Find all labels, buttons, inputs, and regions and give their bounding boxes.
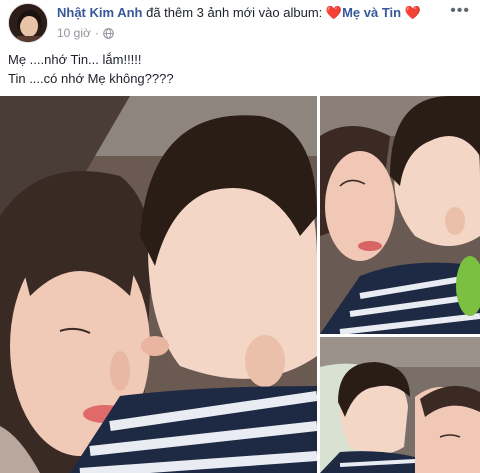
album-name-link[interactable]: Mẹ và Tin <box>342 5 401 20</box>
heart-icon: ❤️ <box>404 5 421 20</box>
caption-line: Mẹ ....nhớ Tin... lắm!!!!! <box>8 52 142 67</box>
post-action-text: đã thêm 3 ảnh mới vào album: <box>146 5 323 20</box>
post-header: Nhật Kim Anh đã thêm 3 ảnh mới vào album… <box>0 0 480 46</box>
globe-icon[interactable] <box>103 27 114 39</box>
more-options-icon[interactable]: ••• <box>450 2 470 20</box>
photo-grid <box>0 96 480 473</box>
photo-top-right[interactable] <box>320 96 480 334</box>
heart-icon: ❤️ <box>325 5 343 20</box>
post-caption: Mẹ ....nhớ Tin... lắm!!!!! Tin ....có nh… <box>8 50 174 88</box>
photo-bottom-right[interactable] <box>320 337 480 473</box>
author-avatar[interactable] <box>8 3 48 43</box>
post-headline: Nhật Kim Anh đã thêm 3 ảnh mới vào album… <box>57 5 421 21</box>
post-meta: 10 giờ · <box>57 26 114 40</box>
post-timestamp[interactable]: 10 giờ <box>57 26 91 40</box>
caption-line: Tin ....có nhớ Mẹ không???? <box>8 71 174 86</box>
photo-main[interactable] <box>0 96 317 473</box>
author-name[interactable]: Nhật Kim Anh <box>57 5 142 20</box>
